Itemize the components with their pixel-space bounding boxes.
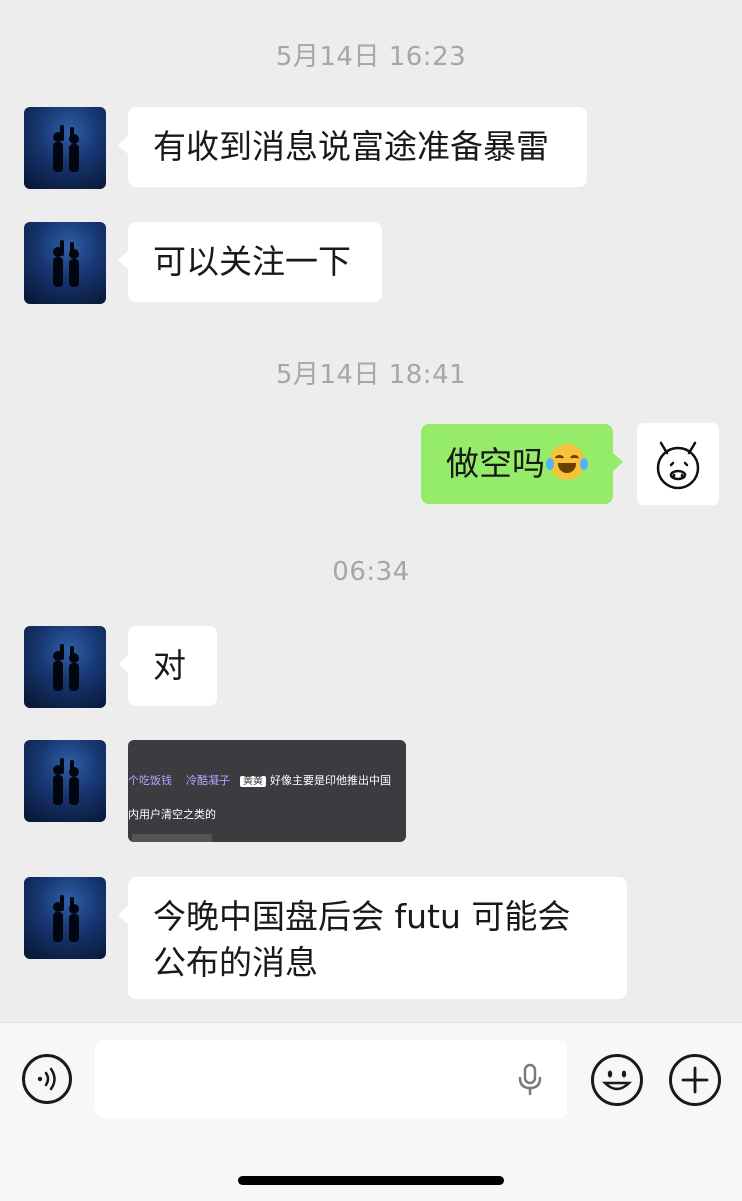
message-text: 今晚中国盘后会 futu 可能会公布的消息 [153, 897, 571, 982]
image-username: 个吃饭钱 [128, 774, 172, 787]
voice-icon [37, 1067, 56, 1091]
image-crop-artifact [132, 834, 212, 842]
add-icon [681, 1066, 709, 1094]
silhouette-icon [53, 125, 79, 172]
contact-avatar[interactable] [24, 626, 106, 708]
message-text: 对 [153, 646, 186, 685]
emoji-icon [601, 1070, 633, 1091]
silhouette-icon [53, 240, 79, 287]
message-bubble[interactable]: 有收到消息说富途准备暴雷 [118, 107, 587, 187]
contact-avatar[interactable] [24, 107, 106, 189]
timestamp: 5月14日 18:41 [275, 360, 467, 390]
contact-avatar[interactable] [24, 740, 106, 822]
emoji-button[interactable] [591, 1054, 643, 1106]
home-indicator[interactable] [238, 1176, 504, 1185]
voice-button[interactable] [22, 1054, 72, 1104]
image-text: 好像主要是印他推出中国 [270, 774, 391, 787]
silhouette-icon [53, 644, 79, 691]
self-avatar[interactable] [637, 423, 719, 505]
contact-avatar[interactable] [24, 877, 106, 959]
image-caption-line: 个吃饭钱 冷酷凝子 黄黄 好像主要是印他推出中国 [128, 772, 391, 788]
timestamp: 06:34 [332, 557, 410, 587]
contact-avatar[interactable] [24, 222, 106, 304]
mic-icon[interactable] [517, 1063, 543, 1097]
silhouette-icon [53, 895, 79, 942]
tears-of-joy-emoji [546, 444, 588, 480]
message-bubble[interactable]: 对 [118, 626, 217, 706]
message-bubble[interactable]: 可以关注一下 [118, 222, 382, 302]
message-text: 可以关注一下 [153, 242, 351, 281]
message-input[interactable] [95, 1040, 567, 1118]
message-text: 有收到消息说富途准备暴雷 [153, 127, 549, 166]
message-text: 做空吗 [446, 444, 545, 483]
message-bubble[interactable]: 今晚中国盘后会 futu 可能会公布的消息 [118, 877, 627, 999]
silhouette-icon [53, 758, 79, 805]
image-message[interactable]: 个吃饭钱 冷酷凝子 黄黄 好像主要是印他推出中国 内用户清空之类的 [128, 740, 406, 842]
message-bubble-self[interactable]: 做空吗 [421, 424, 623, 504]
add-button[interactable] [669, 1054, 721, 1106]
cartoon-face-icon [656, 441, 700, 490]
image-tag: 黄黄 [240, 776, 266, 787]
image-username: 冷酷凝子 [186, 774, 230, 787]
image-text: 内用户清空之类的 [128, 808, 216, 821]
timestamp: 5月14日 16:23 [275, 42, 467, 72]
